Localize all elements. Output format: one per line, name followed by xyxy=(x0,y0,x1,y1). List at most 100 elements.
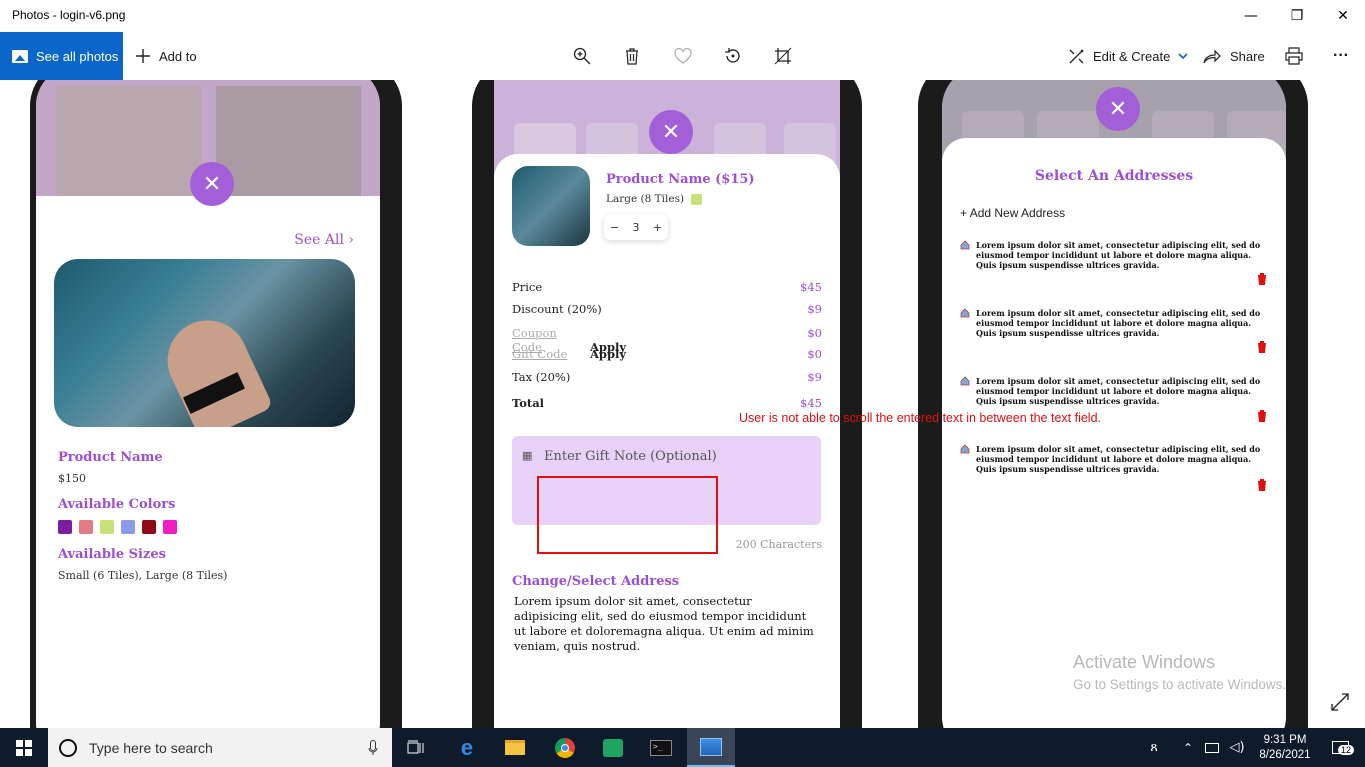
chat-app[interactable] xyxy=(589,728,637,767)
size-color-swatch xyxy=(691,193,703,205)
rotate-icon xyxy=(725,48,740,63)
clock[interactable]: 9:31 PM 8/26/2021 xyxy=(1252,728,1318,767)
notification-count-badge: 12 xyxy=(1338,745,1355,755)
product-price: $150 xyxy=(58,472,86,485)
color-swatches xyxy=(58,519,184,538)
favorite-button[interactable] xyxy=(671,44,695,68)
close-sheet-button[interactable]: ✕ xyxy=(1096,87,1140,131)
bug-annotation-text: User is not able to scroll the entered t… xyxy=(739,411,1102,425)
search-placeholder: Type here to search xyxy=(89,739,213,756)
address-text: Lorem ipsum dolor sit amet, consectetur … xyxy=(976,240,1261,270)
phone-screen-product: ✕ See All › Product Name $150 Available … xyxy=(36,80,380,728)
delete-address-button[interactable] xyxy=(1256,270,1268,285)
people-button[interactable]: ጸ xyxy=(1142,728,1166,767)
close-button[interactable]: ✕ xyxy=(1320,0,1365,32)
color-swatch[interactable] xyxy=(79,520,93,534)
address-item[interactable]: Lorem ipsum dolor sit amet, consectetur … xyxy=(960,308,1270,340)
show-hidden-icons-button[interactable]: ⌃ xyxy=(1178,728,1198,767)
share-button[interactable]: Share xyxy=(1203,32,1265,80)
file-explorer-app[interactable] xyxy=(491,728,539,767)
terminal-app[interactable]: >_ xyxy=(637,728,685,767)
change-address-link[interactable]: Change/Select Address xyxy=(512,574,679,589)
close-sheet-button[interactable]: ✕ xyxy=(190,162,234,206)
delete-address-button[interactable] xyxy=(1256,407,1268,422)
activate-windows-title: Activate Windows xyxy=(1073,652,1216,672)
cart-product-thumbnail xyxy=(512,166,590,246)
close-icon: ✕ xyxy=(661,119,681,145)
address-item[interactable]: Lorem ipsum dolor sit amet, consectetur … xyxy=(960,240,1270,272)
notification-center-button[interactable]: 12 xyxy=(1322,728,1358,767)
see-all-label: See All xyxy=(294,232,344,248)
increment-button[interactable]: + xyxy=(653,221,662,234)
print-button[interactable] xyxy=(1282,44,1306,68)
restore-icon: ❐ xyxy=(1290,8,1304,24)
decrement-button[interactable]: − xyxy=(610,221,619,234)
add-to-label: Add to xyxy=(159,48,197,64)
zoom-button[interactable] xyxy=(570,44,594,68)
delete-address-button[interactable] xyxy=(1256,338,1268,353)
more-icon: ··· xyxy=(1333,47,1349,64)
terminal-icon: >_ xyxy=(650,739,672,756)
task-view-button[interactable] xyxy=(392,728,440,767)
restore-button[interactable]: ❐ xyxy=(1274,0,1320,32)
color-swatch[interactable] xyxy=(163,520,177,534)
delete-button[interactable] xyxy=(620,44,644,68)
quantity-value: 3 xyxy=(632,220,640,234)
color-swatch[interactable] xyxy=(142,520,156,534)
product-image xyxy=(54,259,355,427)
color-swatch[interactable] xyxy=(58,520,72,534)
search-circle-icon xyxy=(59,738,77,757)
gift-code-input[interactable]: Gift Code xyxy=(512,347,590,361)
volume-button[interactable]: ◁) xyxy=(1226,728,1248,767)
cart-product-size: Large (8 Tiles) xyxy=(606,193,703,205)
price-label: Price xyxy=(512,280,543,294)
price-row: Price $45 xyxy=(512,280,822,294)
price-value: $45 xyxy=(800,280,822,294)
available-sizes-value: Small (6 Tiles), Large (8 Tiles) xyxy=(58,569,228,582)
speaker-icon: ◁) xyxy=(1229,740,1245,755)
tax-label: Tax (20%) xyxy=(512,370,571,384)
add-new-address-button[interactable]: + Add New Address xyxy=(960,206,1065,220)
network-button[interactable] xyxy=(1202,728,1222,767)
gift-code-apply-button[interactable]: Apply xyxy=(590,347,626,361)
clock-time: 9:31 PM xyxy=(1263,733,1307,746)
gift-code-row: Gift Code Apply $0 xyxy=(512,347,822,361)
window-title: Photos - login-v6.png xyxy=(12,8,126,22)
product-name: Product Name xyxy=(58,450,163,465)
cart-product-title: Product Name ($15) xyxy=(606,172,755,187)
address-item[interactable]: Lorem ipsum dolor sit amet, consectetur … xyxy=(960,444,1270,476)
taskbar-search-input[interactable]: Type here to search xyxy=(48,728,392,767)
delete-address-button[interactable] xyxy=(1256,476,1268,491)
printer-icon xyxy=(1285,47,1303,65)
discount-value: $9 xyxy=(807,302,822,316)
cart-sheet: Product Name ($15) Large (8 Tiles) − 3 +… xyxy=(494,154,840,728)
crop-button[interactable] xyxy=(771,44,795,68)
chrome-app[interactable] xyxy=(541,728,589,767)
more-options-button[interactable]: ··· xyxy=(1333,32,1349,80)
fullscreen-button[interactable] xyxy=(1330,692,1354,716)
hand-shape xyxy=(154,307,274,427)
see-all-photos-button[interactable]: See all photos xyxy=(0,32,123,80)
phone-screen-cart: ✕ Product Name ($15) Large (8 Tiles) − 3… xyxy=(494,80,840,728)
close-sheet-button[interactable]: ✕ xyxy=(649,110,693,154)
see-all-link[interactable]: See All › xyxy=(294,232,354,248)
background-photo xyxy=(216,86,361,196)
minimize-button[interactable]: — xyxy=(1228,0,1274,32)
start-button[interactable] xyxy=(0,728,48,767)
home-icon xyxy=(960,308,970,318)
total-value: $45 xyxy=(800,396,822,410)
clock-date: 8/26/2021 xyxy=(1259,748,1311,761)
color-swatch[interactable] xyxy=(100,520,114,534)
edit-create-button[interactable]: Edit & Create xyxy=(1068,32,1188,80)
add-to-button[interactable]: Add to xyxy=(135,32,197,80)
gift-icon: ▦ xyxy=(522,449,533,462)
color-swatch[interactable] xyxy=(121,520,135,534)
address-item[interactable]: Lorem ipsum dolor sit amet, consectetur … xyxy=(960,376,1270,408)
address-text: Lorem ipsum dolor sit amet, consectetur … xyxy=(976,444,1261,474)
edge-app[interactable]: e xyxy=(443,728,491,767)
rotate-button[interactable] xyxy=(721,44,745,68)
close-icon: ✕ xyxy=(202,171,222,197)
trash-icon xyxy=(626,48,638,65)
photos-app[interactable] xyxy=(687,728,735,767)
windows-logo-icon xyxy=(16,739,32,756)
